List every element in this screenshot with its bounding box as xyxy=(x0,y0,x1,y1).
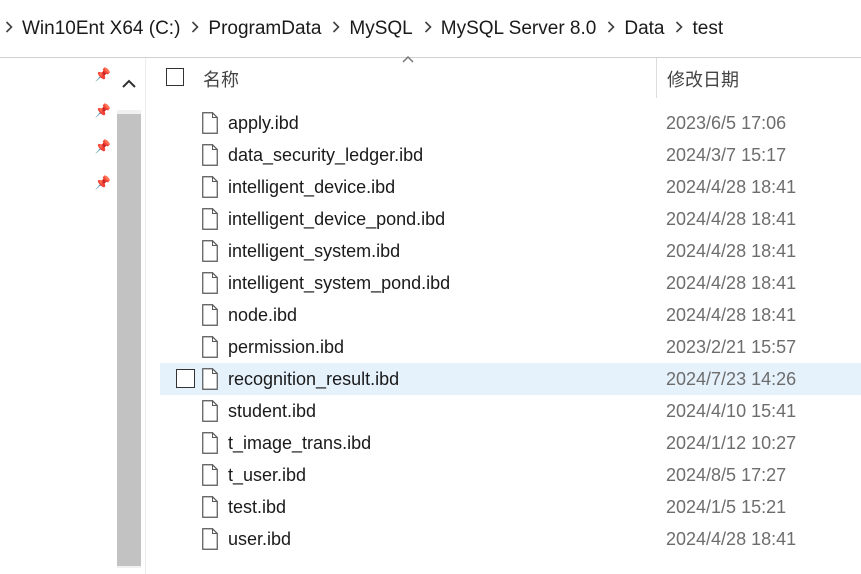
sort-ascending-icon xyxy=(402,50,414,68)
file-row[interactable]: student.ibd 2024/4/10 15:41 xyxy=(160,395,861,427)
breadcrumb-item[interactable]: ProgramData xyxy=(206,18,323,40)
file-modified-date: 2024/4/28 18:41 xyxy=(666,209,797,229)
file-name: node.ibd xyxy=(228,305,298,325)
file-modified-date: 2024/7/23 14:26 xyxy=(666,369,797,389)
row-checkbox[interactable] xyxy=(176,369,195,388)
pin-icon[interactable]: 📌 xyxy=(94,66,112,84)
file-modified-date: 2024/4/28 18:41 xyxy=(666,241,797,261)
file-icon xyxy=(202,528,218,550)
column-header: 名称 修改日期 xyxy=(160,55,861,98)
file-modified-date: 2024/1/12 10:27 xyxy=(666,433,797,453)
chevron-right-icon[interactable] xyxy=(672,20,686,38)
file-modified-date: 2024/1/5 15:21 xyxy=(666,497,787,517)
file-modified-date: 2024/8/5 17:27 xyxy=(666,465,787,485)
scroll-thumb[interactable] xyxy=(117,114,141,566)
file-list: apply.ibd 2023/6/5 17:06 data_security_led… xyxy=(160,107,861,555)
breadcrumb: Win10Ent X64 (C:) ProgramData MySQL MySQL S… xyxy=(0,0,861,58)
file-row[interactable]: intelligent_system.ibd 2024/4/28 18:41 xyxy=(160,235,861,267)
file-row[interactable]: t_user.ibd 2024/8/5 17:27 xyxy=(160,459,861,491)
scroll-up-icon[interactable] xyxy=(117,58,141,110)
breadcrumb-item[interactable]: Data xyxy=(622,18,666,40)
pin-icon[interactable]: 📌 xyxy=(94,174,112,192)
file-icon xyxy=(202,272,218,294)
chevron-right-icon[interactable] xyxy=(2,20,16,38)
file-icon xyxy=(202,176,218,198)
file-modified-date: 2023/2/21 15:57 xyxy=(666,337,797,357)
file-row[interactable]: permission.ibd 2023/2/21 15:57 xyxy=(160,331,861,363)
file-icon xyxy=(202,240,218,262)
file-row[interactable]: apply.ibd 2023/6/5 17:06 xyxy=(160,107,861,139)
file-modified-date: 2024/4/28 18:41 xyxy=(666,529,797,549)
file-row[interactable]: user.ibd 2024/4/28 18:41 xyxy=(160,523,861,555)
column-divider[interactable] xyxy=(656,58,657,98)
file-name: intelligent_system_pond.ibd xyxy=(228,273,451,293)
file-modified-date: 2024/4/10 15:41 xyxy=(666,401,797,421)
file-icon xyxy=(202,304,218,326)
breadcrumb-item[interactable]: MySQL xyxy=(347,18,414,40)
column-name-header[interactable]: 名称 xyxy=(203,66,239,92)
breadcrumb-item[interactable]: MySQL Server 8.0 xyxy=(439,18,599,40)
file-name: recognition_result.ibd xyxy=(228,369,400,389)
file-modified-date: 2024/4/28 18:41 xyxy=(666,305,797,325)
file-icon xyxy=(202,336,218,358)
file-row[interactable]: test.ibd 2024/1/5 15:21 xyxy=(160,491,861,523)
file-icon xyxy=(202,144,218,166)
file-row[interactable]: intelligent_device.ibd 2024/4/28 18:41 xyxy=(160,171,861,203)
file-name: intelligent_device.ibd xyxy=(228,177,396,197)
file-name: user.ibd xyxy=(228,529,292,549)
file-icon xyxy=(202,432,218,454)
file-icon xyxy=(202,112,218,134)
chevron-right-icon[interactable] xyxy=(188,20,202,38)
file-name: intelligent_device_pond.ibd xyxy=(228,209,446,229)
nav-scrollbar[interactable] xyxy=(117,58,141,568)
file-row[interactable]: data_security_ledger.ibd 2024/3/7 15:17 xyxy=(160,139,861,171)
file-name: student.ibd xyxy=(228,401,317,421)
pane-divider[interactable] xyxy=(145,58,146,574)
file-modified-date: 2024/4/28 18:41 xyxy=(666,273,797,293)
file-icon xyxy=(202,208,218,230)
file-modified-date: 2024/3/7 15:17 xyxy=(666,145,787,165)
breadcrumb-item[interactable]: test xyxy=(690,18,725,40)
chevron-right-icon[interactable] xyxy=(329,20,343,38)
column-modified-header[interactable]: 修改日期 xyxy=(667,66,739,92)
file-row[interactable]: t_image_trans.ibd 2024/1/12 10:27 xyxy=(160,427,861,459)
file-row[interactable]: intelligent_system_pond.ibd 2024/4/28 18:… xyxy=(160,267,861,299)
pin-icon[interactable]: 📌 xyxy=(94,138,112,156)
chevron-right-icon[interactable] xyxy=(421,20,435,38)
pin-icon[interactable]: 📌 xyxy=(94,102,112,120)
file-icon xyxy=(202,464,218,486)
select-all-checkbox[interactable] xyxy=(166,68,184,86)
file-icon xyxy=(202,400,218,422)
breadcrumb-item[interactable]: Win10Ent X64 (C:) xyxy=(20,18,182,40)
file-name: t_image_trans.ibd xyxy=(228,433,372,453)
file-name: data_security_ledger.ibd xyxy=(228,145,424,165)
file-icon xyxy=(202,368,218,390)
file-modified-date: 2024/4/28 18:41 xyxy=(666,177,797,197)
file-row[interactable]: intelligent_device_pond.ibd 2024/4/28 18:… xyxy=(160,203,861,235)
file-row[interactable]: recognition_result.ibd 2024/7/23 14:26 xyxy=(160,363,861,395)
file-icon xyxy=(202,496,218,518)
file-name: test.ibd xyxy=(228,497,287,517)
file-name: intelligent_system.ibd xyxy=(228,241,401,261)
breadcrumb-items: Win10Ent X64 (C:) ProgramData MySQL MySQL S… xyxy=(0,0,725,58)
file-name: t_user.ibd xyxy=(228,465,307,485)
file-row[interactable]: node.ibd 2024/4/28 18:41 xyxy=(160,299,861,331)
file-name: permission.ibd xyxy=(228,337,345,357)
file-name: apply.ibd xyxy=(228,113,299,133)
file-modified-date: 2023/6/5 17:06 xyxy=(666,113,787,133)
chevron-right-icon[interactable] xyxy=(604,20,618,38)
